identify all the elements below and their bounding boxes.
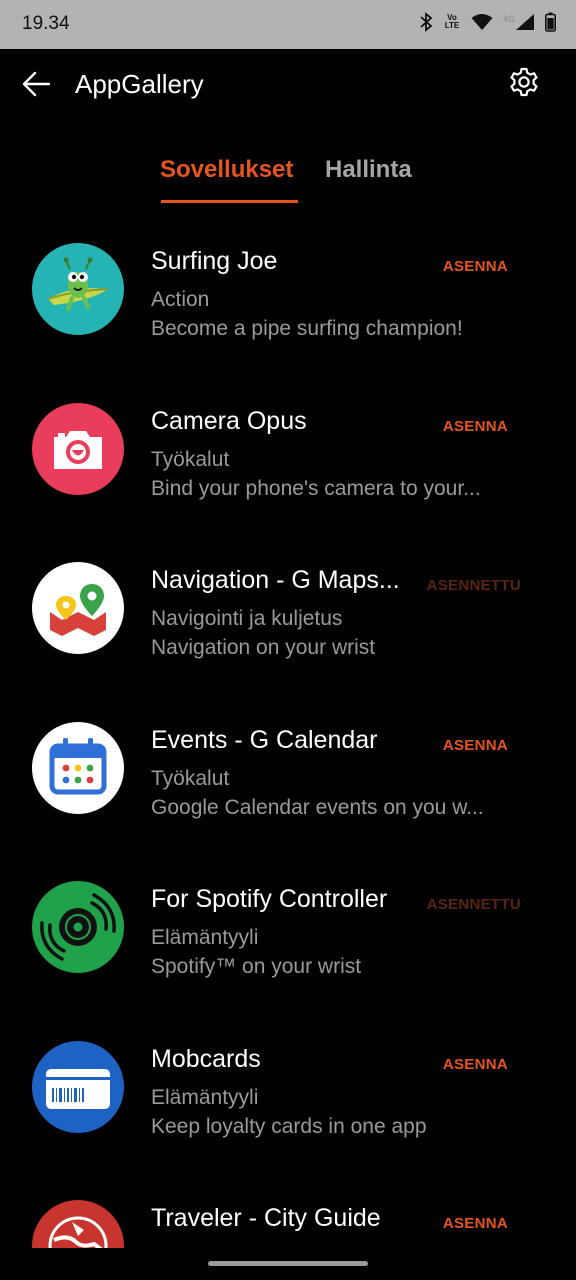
spotify-icon [32, 881, 124, 973]
app-list-item[interactable]: Navigation - G Maps... Navigointi ja kul… [0, 544, 576, 704]
app-name: Events - G Calendar [151, 725, 378, 754]
app-category: Action [151, 288, 210, 311]
app-name: For Spotify Controller [151, 885, 388, 913]
app-description: Bind your phone's camera to your... [151, 476, 481, 500]
app-category: Työkalut [151, 447, 230, 471]
status-time: 19.34 [22, 13, 70, 34]
app-name: Navigation - G Maps... [151, 566, 400, 594]
app-description: Spotify™ on your wrist [151, 955, 362, 978]
app-name: Camera Opus [151, 406, 307, 435]
app-description: Google Calendar events on you w... [151, 795, 484, 819]
bluetooth-icon [420, 12, 433, 32]
status-bar: 19.34 Vo LTE 4G [0, 0, 576, 49]
gear-icon[interactable] [508, 66, 540, 98]
installed-status: ASENNETTU [426, 577, 521, 594]
app-category: Työkalut [151, 766, 230, 790]
install-button[interactable]: ASENNA [443, 1056, 508, 1073]
app-list-item[interactable]: Surfing Joe Action Become a pipe surfing… [0, 225, 576, 385]
page-title: AppGallery [75, 69, 204, 99]
traveler-icon [32, 1200, 124, 1248]
gesture-navigation-bar[interactable] [208, 1261, 368, 1266]
app-description: Navigation on your wrist [151, 636, 376, 659]
install-button[interactable]: ASENNA [443, 1215, 508, 1232]
app-name: Surfing Joe [151, 247, 278, 275]
app-category: Elämäntyyli [151, 926, 259, 949]
loyalty-card-icon [32, 1040, 124, 1133]
maps-icon [32, 562, 124, 654]
install-button[interactable]: ASENNA [443, 737, 508, 754]
calendar-icon [32, 721, 124, 814]
volte-indicator: Vo LTE [444, 13, 460, 30]
network-type: 4G [502, 14, 515, 24]
tab-bar: Sovellukset Hallinta [0, 150, 576, 210]
active-tab-indicator [161, 200, 298, 203]
app-bar: AppGallery [0, 49, 576, 119]
app-list-item[interactable]: Traveler - City Guide ASENNA [0, 1182, 576, 1248]
signal-icon [516, 14, 534, 30]
app-list-item[interactable]: Mobcards Elämäntyyli Keep loyalty cards … [0, 1023, 576, 1183]
app-category: Navigointi ja kuljetus [151, 607, 343, 630]
wifi-icon [471, 14, 493, 30]
tab-manage[interactable]: Hallinta [325, 156, 412, 184]
battery-icon [545, 12, 556, 32]
tab-apps[interactable]: Sovellukset [160, 156, 293, 184]
surfing-joe-icon [32, 243, 124, 335]
install-button[interactable]: ASENNA [443, 258, 508, 275]
camera-icon [32, 402, 124, 495]
app-name: Mobcards [151, 1044, 261, 1073]
install-button[interactable]: ASENNA [443, 418, 508, 435]
status-icons: Vo LTE 4G [419, 12, 556, 32]
installed-status: ASENNETTU [426, 896, 521, 913]
app-description: Become a pipe surfing champion! [151, 317, 463, 340]
app-list-item[interactable]: Events - G Calendar Työkalut Google Cale… [0, 704, 576, 864]
app-category: Elämäntyyli [151, 1085, 259, 1109]
back-arrow-icon[interactable] [20, 67, 54, 101]
app-name: Traveler - City Guide [151, 1204, 381, 1232]
app-list: Surfing Joe Action Become a pipe surfing… [0, 225, 576, 1248]
app-description: Keep loyalty cards in one app [151, 1114, 427, 1138]
app-list-item[interactable]: For Spotify Controller Elämäntyyli Spoti… [0, 863, 576, 1023]
app-list-item[interactable]: Camera Opus Työkalut Bind your phone's c… [0, 385, 576, 545]
